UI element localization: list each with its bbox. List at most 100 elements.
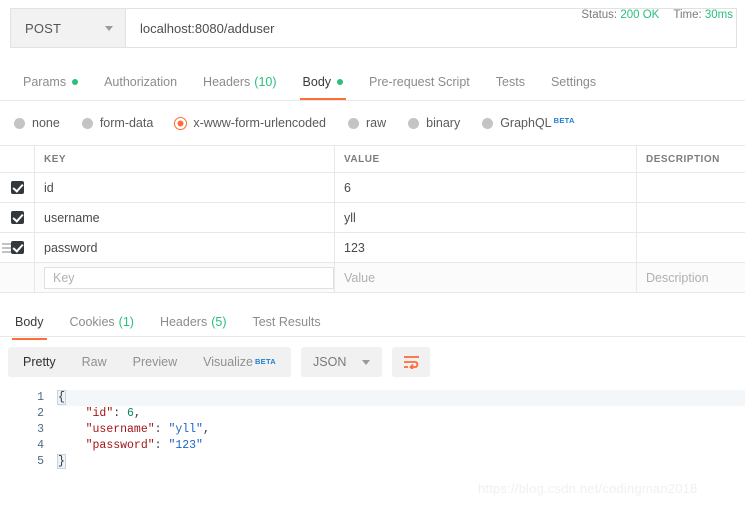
body-type-form-data[interactable]: form-data (81, 116, 153, 130)
code-line: } (57, 454, 745, 470)
line-number: 5 (37, 455, 44, 468)
body-type-binary[interactable]: binary (408, 116, 460, 130)
radio-icon (482, 118, 494, 129)
response-format-label: JSON (313, 355, 347, 369)
view-mode-pretty[interactable]: Pretty (10, 349, 69, 375)
request-tab-body[interactable]: Body (290, 63, 357, 100)
request-tab-settings[interactable]: Settings (538, 63, 609, 100)
request-tab-params[interactable]: Params (10, 63, 91, 100)
code-token: "username" (85, 423, 155, 436)
response-format-select[interactable]: JSON (301, 347, 383, 377)
row-value[interactable]: 6 (335, 173, 637, 202)
request-tab-authorization[interactable]: Authorization (91, 63, 190, 100)
view-mode-visualize[interactable]: Visualize BETA (190, 349, 289, 375)
body-type-label: x-www-form-urlencoded (193, 116, 326, 130)
view-mode-group: Pretty Raw Preview Visualize BETA (8, 347, 292, 377)
code-line: { (57, 390, 745, 406)
row-checkbox[interactable] (10, 241, 24, 254)
row-description[interactable] (637, 233, 745, 262)
response-tab-test-results[interactable]: Test Results (239, 303, 333, 340)
body-type-x-www-form-urlencoded[interactable]: x-www-form-urlencoded (175, 116, 326, 130)
view-mode-raw[interactable]: Raw (69, 349, 120, 375)
tab-label: Cookies (69, 314, 115, 329)
body-type-label: binary (426, 116, 461, 130)
tab-label: Pre-request Script (369, 74, 470, 89)
empty-checkbox-cell (0, 263, 35, 292)
response-meta: Status: 200 OK Time: 30ms (581, 9, 733, 21)
tab-label: Headers (203, 74, 251, 89)
tab-count: (1) (118, 314, 134, 329)
new-key-cell[interactable]: Key (35, 263, 335, 292)
tab-label: Test Results (252, 314, 321, 329)
code-token: "password" (85, 439, 155, 452)
row-checkbox[interactable] (10, 181, 24, 194)
row-description[interactable] (637, 173, 745, 202)
line-number: 4 (37, 439, 44, 452)
radio-icon (81, 118, 93, 129)
http-method-select[interactable]: POST (11, 9, 126, 47)
new-description-cell[interactable]: Description (637, 263, 745, 292)
code-token: "yll" (168, 423, 203, 436)
body-type-none[interactable]: none (14, 116, 60, 130)
body-type-label: GraphQL (500, 116, 552, 130)
row-value-text: yll (344, 210, 356, 225)
postman-window: POST localhost:8080/adduser Params Author… (0, 0, 745, 511)
table-row[interactable]: username yll (0, 203, 745, 233)
word-wrap-icon (403, 356, 419, 369)
view-mode-preview[interactable]: Preview (120, 349, 190, 375)
new-value-placeholder: Value (344, 270, 376, 285)
code-token: "123" (168, 439, 203, 452)
time-label: Time: (673, 9, 702, 21)
tab-label: Authorization (104, 74, 178, 89)
row-checkbox-cell (0, 203, 35, 232)
request-tab-headers[interactable]: Headers (10) (190, 63, 289, 100)
table-row-empty[interactable]: Key Value Description (0, 263, 745, 293)
body-type-raw[interactable]: raw (348, 116, 386, 130)
row-key[interactable]: username (35, 203, 335, 232)
new-value-cell[interactable]: Value (335, 263, 637, 292)
drag-handle-icon[interactable] (2, 243, 11, 252)
response-tab-headers[interactable]: Headers (5) (147, 303, 240, 340)
tab-indicator-dot (337, 78, 344, 85)
code-token: { (57, 390, 66, 405)
status-value: 200 OK (620, 9, 660, 21)
table-row[interactable]: password 123 (0, 233, 745, 263)
body-type-label: raw (366, 116, 387, 130)
tab-count: (5) (211, 314, 227, 329)
code-token: : (113, 407, 128, 420)
table-row[interactable]: id 6 (0, 173, 745, 203)
word-wrap-button[interactable] (392, 347, 431, 377)
row-description[interactable] (637, 203, 745, 232)
body-type-label: none (32, 116, 60, 130)
code-token: : (154, 439, 169, 452)
view-mode-label: Raw (81, 355, 107, 369)
response-body-viewer[interactable]: 1 2 3 4 5 { "id": 6, "username": "yll", "pas… (0, 384, 745, 484)
tab-label: Params (23, 74, 67, 89)
line-number-gutter: 1 2 3 4 5 (0, 384, 52, 484)
watermark: https://blog.csdn.net/codingman2018 (478, 481, 698, 496)
code-token: , (133, 407, 141, 420)
header-key: KEY (35, 146, 335, 172)
radio-icon (348, 118, 359, 129)
row-checkbox[interactable] (10, 211, 24, 224)
new-key-input[interactable]: Key (44, 266, 334, 289)
response-tabs: Body Cookies (1) Headers (5) Test Results (0, 303, 745, 340)
body-type-options: none form-data x-www-form-urlencoded raw bin… (0, 101, 745, 145)
row-key[interactable]: id (35, 173, 335, 202)
code-line: "id": 6, (58, 406, 745, 422)
row-key[interactable]: password (35, 233, 335, 262)
request-tab-tests[interactable]: Tests (483, 63, 538, 100)
radio-icon (175, 118, 187, 129)
row-key-text: password (44, 240, 98, 255)
row-value[interactable]: yll (335, 203, 637, 232)
header-checkbox-cell (0, 146, 35, 172)
row-key-text: id (44, 180, 54, 195)
response-tab-cookies[interactable]: Cookies (1) (57, 303, 147, 340)
status-group: Status: 200 OK (581, 9, 659, 21)
request-tab-pre-request-script[interactable]: Pre-request Script (356, 63, 483, 100)
view-mode-label: Pretty (23, 355, 56, 369)
body-type-graphql[interactable]: GraphQL BETA (482, 116, 574, 130)
row-value[interactable]: 123 (335, 233, 637, 262)
response-tab-body[interactable]: Body (2, 303, 57, 340)
